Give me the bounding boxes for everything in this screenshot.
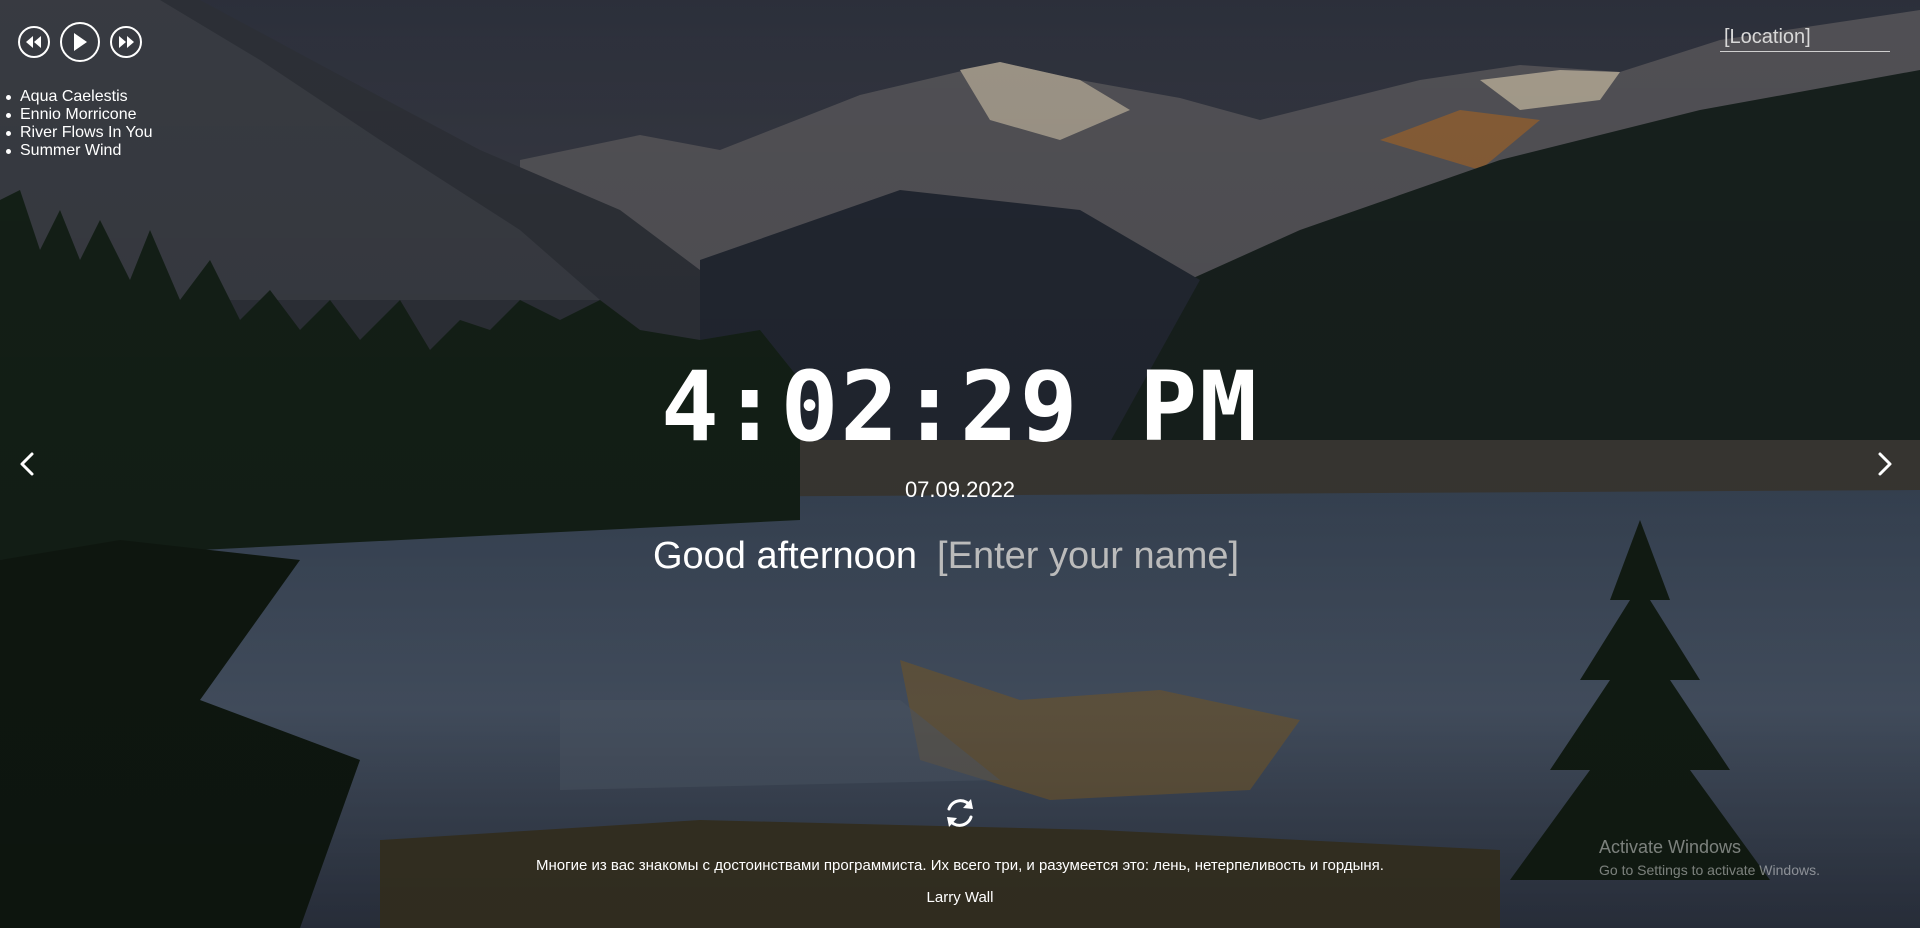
watermark-subtitle: Go to Settings to activate Windows. [1599,862,1820,878]
background-landscape-image [0,0,1920,928]
activate-windows-watermark: Activate Windows Go to Settings to activ… [1599,836,1820,879]
name-input[interactable] [937,534,1268,578]
previous-track-button[interactable] [18,26,50,58]
clock-date: 07.09.2022 [904,477,1016,502]
clock-time: 4:02:29 PM [661,351,1259,463]
play-button[interactable] [60,22,100,62]
app-root: Aqua Caelestis Ennio Morricone River Flo… [0,0,1920,928]
playlist-item[interactable]: Ennio Morricone [6,106,153,124]
audio-player [18,22,142,62]
watermark-title: Activate Windows [1599,837,1742,857]
playlist-item[interactable]: Summer Wind [6,142,153,160]
rewind-icon [26,36,41,48]
greeting-text: Good afternoon [652,535,918,577]
quote-author: Larry Wall [926,889,994,906]
play-icon [74,33,87,51]
playlist: Aqua Caelestis Ennio Morricone River Flo… [6,88,153,160]
fast-forward-icon [119,36,134,48]
playlist-item[interactable]: River Flows In You [6,124,153,142]
greeting-row: Good afternoon [0,532,1920,580]
next-track-button[interactable] [110,26,142,58]
refresh-icon[interactable] [941,794,979,832]
location-input[interactable] [1720,24,1890,52]
playlist-item[interactable]: Aqua Caelestis [6,88,153,106]
